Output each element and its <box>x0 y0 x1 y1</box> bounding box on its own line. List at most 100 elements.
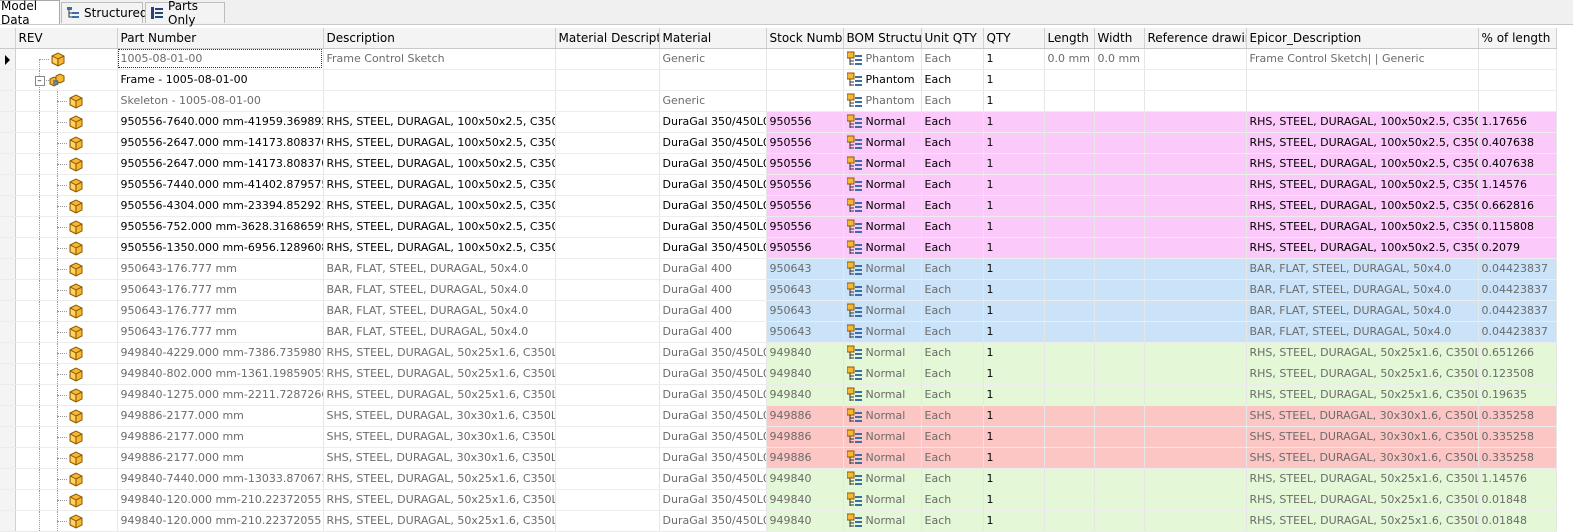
cell-percent-of-length[interactable]: 0.407638 <box>1478 153 1557 175</box>
cell-percent-of-length[interactable]: 0.407638 <box>1478 132 1557 154</box>
cell-material[interactable]: DuraGal 400 <box>659 258 767 280</box>
tree-cell[interactable] <box>15 111 118 133</box>
cell-qty[interactable]: 1 <box>983 279 1045 301</box>
cell-bom-structure[interactable]: Phantom <box>843 90 922 112</box>
cell-epicor-description[interactable]: BAR, FLAT, STEEL, DURAGAL, 50x4.0 <box>1246 279 1479 301</box>
cell-part-number[interactable]: 950556-1350.000 mm-6956.12896088 <box>117 237 324 259</box>
cell-epicor-description[interactable]: RHS, STEEL, DURAGAL, 50x25x1.6, C350L0 <box>1246 342 1479 364</box>
cell-reference-drawing[interactable] <box>1144 132 1247 154</box>
cell-width[interactable] <box>1094 195 1145 217</box>
column-header-reference-drawing[interactable]: Reference drawing <box>1144 28 1247 49</box>
cell-stock-number[interactable]: 949840 <box>766 384 844 406</box>
cell-description[interactable]: BAR, FLAT, STEEL, DURAGAL, 50x4.0 <box>323 258 556 280</box>
table-row[interactable]: 950556-4304.000 mm-23394.85292122 RHS, ST… <box>0 195 1557 217</box>
cell-epicor-description[interactable]: SHS, STEEL, DURAGAL, 30x30x1.6, C350L0 <box>1246 405 1479 427</box>
cell-description[interactable]: RHS, STEEL, DURAGAL, 100x50x2.5, C350L0 <box>323 237 556 259</box>
tree-cell[interactable] <box>15 48 118 70</box>
cell-percent-of-length[interactable]: 0.01848 <box>1478 510 1557 532</box>
cell-unit-qty[interactable]: Each <box>921 216 984 238</box>
cell-qty[interactable]: 1 <box>983 300 1045 322</box>
cell-width[interactable] <box>1094 90 1145 112</box>
cell-bom-structure[interactable]: Normal <box>843 132 922 154</box>
cell-unit-qty[interactable]: Each <box>921 447 984 469</box>
cell-unit-qty[interactable]: Each <box>921 237 984 259</box>
cell-qty[interactable]: 1 <box>983 447 1045 469</box>
cell-material[interactable]: DuraGal 400 <box>659 321 767 343</box>
cell-length[interactable] <box>1044 90 1095 112</box>
cell-length[interactable]: 0.0 mm <box>1044 48 1095 70</box>
cell-qty[interactable]: 1 <box>983 321 1045 343</box>
cell-reference-drawing[interactable] <box>1144 489 1247 511</box>
cell-unit-qty[interactable]: Each <box>921 363 984 385</box>
table-row[interactable]: 950556-2647.000 mm-14173.80837068 RHS, ST… <box>0 153 1557 175</box>
cell-material-description[interactable] <box>555 69 660 91</box>
cell-bom-structure[interactable]: Normal <box>843 405 922 427</box>
column-header-epicor-description[interactable]: Epicor_Description <box>1246 28 1479 49</box>
cell-part-number[interactable]: 950556-4304.000 mm-23394.85292122 <box>117 195 324 217</box>
cell-material[interactable]: DuraGal 350/450L0 <box>659 195 767 217</box>
cell-unit-qty[interactable]: Each <box>921 405 984 427</box>
cell-bom-structure[interactable]: Normal <box>843 195 922 217</box>
cell-material[interactable]: DuraGal 350/450L0 <box>659 489 767 511</box>
cell-epicor-description[interactable]: SHS, STEEL, DURAGAL, 30x30x1.6, C350L0 <box>1246 426 1479 448</box>
cell-material[interactable]: DuraGal 350/450L0 <box>659 174 767 196</box>
cell-material-description[interactable] <box>555 216 660 238</box>
cell-material-description[interactable] <box>555 279 660 301</box>
row-selector[interactable] <box>0 69 16 91</box>
cell-qty[interactable]: 1 <box>983 132 1045 154</box>
cell-width[interactable] <box>1094 489 1145 511</box>
cell-epicor-description[interactable]: SHS, STEEL, DURAGAL, 30x30x1.6, C350L0 <box>1246 447 1479 469</box>
table-row[interactable]: 950643-176.777 mm BAR, FLAT, STEEL, DURAG… <box>0 258 1557 280</box>
cell-percent-of-length[interactable]: 1.14576 <box>1478 174 1557 196</box>
column-header-material[interactable]: Material <box>659 28 767 49</box>
cell-part-number[interactable]: 950643-176.777 mm <box>117 279 324 301</box>
cell-qty[interactable]: 1 <box>983 174 1045 196</box>
cell-stock-number[interactable] <box>766 90 844 112</box>
cell-bom-structure[interactable]: Normal <box>843 279 922 301</box>
cell-unit-qty[interactable]: Each <box>921 174 984 196</box>
cell-description[interactable]: RHS, STEEL, DURAGAL, 50x25x1.6, C350L0 <box>323 342 556 364</box>
tree-cell[interactable] <box>15 237 118 259</box>
cell-bom-structure[interactable]: Normal <box>843 153 922 175</box>
cell-length[interactable] <box>1044 405 1095 427</box>
cell-unit-qty[interactable]: Each <box>921 342 984 364</box>
cell-part-number[interactable]: 950643-176.777 mm <box>117 321 324 343</box>
tree-cell[interactable]: – <box>15 69 118 91</box>
cell-epicor-description[interactable]: RHS, STEEL, DURAGAL, 50x25x1.6, C350L0 <box>1246 489 1479 511</box>
cell-width[interactable] <box>1094 426 1145 448</box>
cell-length[interactable] <box>1044 363 1095 385</box>
cell-material[interactable]: DuraGal 350/450L0 <box>659 111 767 133</box>
cell-percent-of-length[interactable]: 1.17656 <box>1478 111 1557 133</box>
row-selector[interactable] <box>0 111 16 133</box>
table-row[interactable]: 949886-2177.000 mm SHS, STEEL, DURAGAL, 3… <box>0 447 1557 469</box>
row-selector[interactable] <box>0 300 16 322</box>
tree-cell[interactable] <box>15 447 118 469</box>
row-selector[interactable] <box>0 510 16 532</box>
cell-qty[interactable]: 1 <box>983 342 1045 364</box>
cell-length[interactable] <box>1044 216 1095 238</box>
table-row[interactable]: 950556-1350.000 mm-6956.12896088 RHS, STE… <box>0 237 1557 259</box>
cell-stock-number[interactable]: 950556 <box>766 237 844 259</box>
cell-material[interactable]: DuraGal 350/450L0 <box>659 132 767 154</box>
cell-description[interactable]: RHS, STEEL, DURAGAL, 100x50x2.5, C350L0 <box>323 132 556 154</box>
cell-stock-number[interactable]: 949840 <box>766 363 844 385</box>
cell-unit-qty[interactable]: Each <box>921 489 984 511</box>
cell-stock-number[interactable]: 949840 <box>766 510 844 532</box>
cell-epicor-description[interactable]: RHS, STEEL, DURAGAL, 100x50x2.5, C350L0 <box>1246 195 1479 217</box>
cell-material[interactable]: DuraGal 350/450L0 <box>659 426 767 448</box>
cell-description[interactable]: Frame Control Sketch <box>323 48 556 70</box>
column-header-description[interactable]: Description <box>323 28 556 49</box>
cell-length[interactable] <box>1044 300 1095 322</box>
row-selector[interactable] <box>0 174 16 196</box>
cell-qty[interactable]: 1 <box>983 195 1045 217</box>
cell-material[interactable]: DuraGal 350/450L0 <box>659 342 767 364</box>
cell-length[interactable] <box>1044 279 1095 301</box>
column-header-material-description[interactable]: Material Description <box>555 28 660 49</box>
cell-length[interactable] <box>1044 174 1095 196</box>
cell-length[interactable] <box>1044 342 1095 364</box>
cell-percent-of-length[interactable]: 0.04423837 <box>1478 321 1557 343</box>
cell-description[interactable]: BAR, FLAT, STEEL, DURAGAL, 50x4.0 <box>323 321 556 343</box>
cell-material-description[interactable] <box>555 195 660 217</box>
row-selector[interactable] <box>0 342 16 364</box>
cell-part-number[interactable]: 950556-7640.000 mm-41959.369892 <box>117 111 324 133</box>
